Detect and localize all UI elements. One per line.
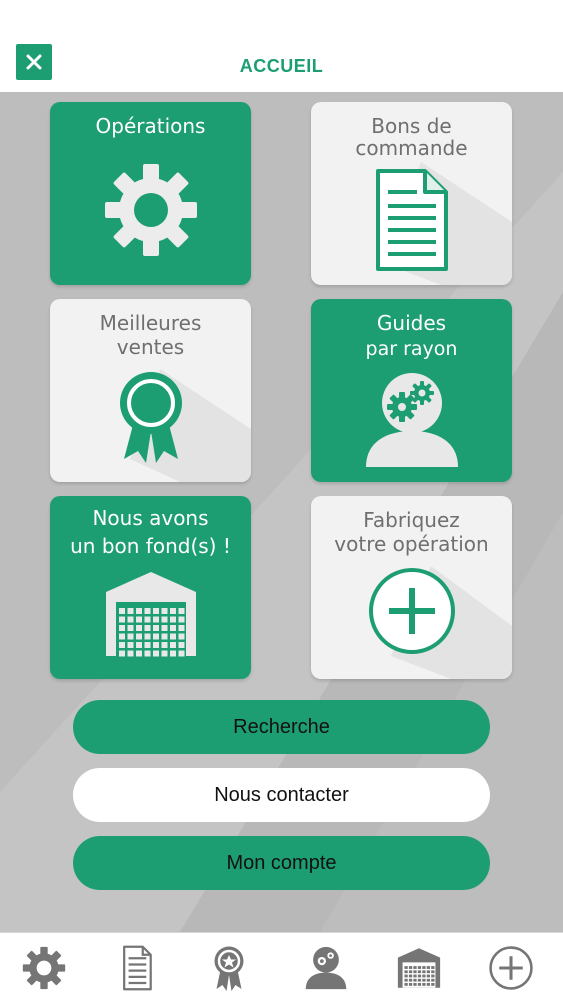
main-content: Opérations Bons de commande Meilleures v…	[0, 92, 563, 932]
tile-purchase-orders-label-1: Bons de	[371, 114, 452, 138]
document-icon	[375, 169, 448, 271]
contact-button[interactable]: Nous contacter	[73, 768, 490, 822]
gear-icon	[104, 164, 197, 256]
tile-best-sellers[interactable]: Meilleures ventes	[50, 299, 251, 482]
tab-operations[interactable]	[19, 943, 69, 993]
plus-circle-icon	[489, 946, 533, 990]
warehouse-icon	[105, 572, 196, 657]
tab-purchase-orders[interactable]	[112, 943, 162, 993]
person-gears-icon	[305, 946, 347, 990]
gear-icon	[22, 946, 66, 990]
tab-stock-clearance[interactable]	[394, 943, 444, 993]
tile-stock-clearance-label-2: un bon fond(s) !	[70, 534, 231, 558]
tile-operations-label: Opérations	[95, 114, 206, 138]
tile-purchase-orders[interactable]: Bons de commande	[311, 102, 512, 285]
tile-create-operation-label-1: Fabriquez	[363, 508, 460, 532]
account-button[interactable]: Mon compte	[73, 836, 490, 890]
document-icon	[123, 945, 152, 991]
header-bar: ACCUEIL	[0, 0, 563, 92]
tile-operations[interactable]: Opérations	[50, 102, 251, 285]
tile-department-guides-label-1: Guides	[376, 311, 447, 335]
tile-best-sellers-label-1: Meilleures	[99, 311, 202, 335]
tile-purchase-orders-label-2: commande	[355, 136, 468, 160]
award-ribbon-icon	[214, 946, 244, 991]
tile-best-sellers-label-2: ventes	[116, 335, 185, 359]
search-button[interactable]: Recherche	[73, 700, 490, 754]
tab-create-operation[interactable]	[486, 943, 536, 993]
tab-best-sellers[interactable]	[204, 943, 254, 993]
tile-create-operation-label-2: votre opération	[334, 532, 489, 556]
tile-stock-clearance-label-1: Nous avons	[92, 506, 209, 530]
warehouse-icon	[397, 948, 441, 988]
tile-stock-clearance[interactable]: Nous avons un bon fond(s) !	[50, 496, 251, 679]
page-title: ACCUEIL	[239, 56, 324, 76]
tile-department-guides[interactable]: Guides par rayon	[311, 299, 512, 482]
plus-circle-icon	[368, 568, 455, 654]
award-ribbon-icon	[119, 372, 182, 463]
tile-create-operation[interactable]: Fabriquez votre opération	[311, 496, 512, 679]
tile-department-guides-label-2: par rayon	[365, 338, 458, 360]
bottom-tab-bar	[0, 932, 563, 1000]
tab-department-guides[interactable]	[301, 943, 351, 993]
person-gears-icon	[365, 373, 458, 467]
